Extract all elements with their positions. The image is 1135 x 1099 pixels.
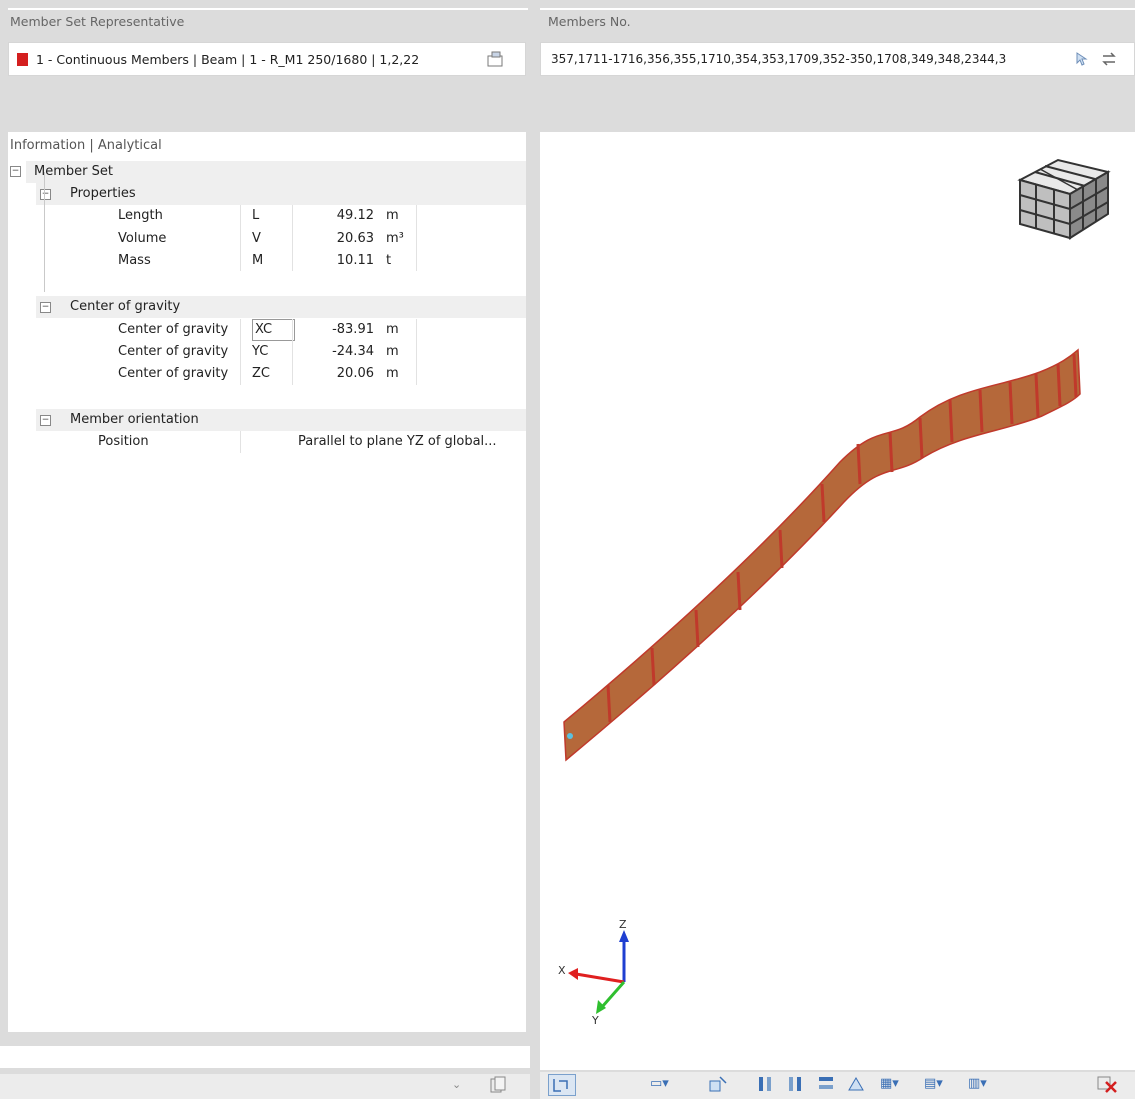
- left-bottom-toolbar: ⌄: [0, 1074, 530, 1099]
- prop-name: Position: [98, 434, 149, 449]
- divider: [540, 8, 1135, 10]
- prop-symbol-selected[interactable]: XC: [252, 319, 296, 341]
- prop-name: Mass: [118, 253, 151, 268]
- prop-value: Parallel to plane YZ of global...: [298, 434, 497, 449]
- column-separator: [240, 205, 241, 271]
- close-view-icon[interactable]: [1096, 1074, 1118, 1098]
- select-member-set-icon[interactable]: [482, 46, 510, 72]
- collapse-icon[interactable]: −: [40, 189, 51, 200]
- member-set-rep-value: 1 - Continuous Members | Beam | 1 - R_M1…: [36, 51, 420, 67]
- prop-symbol: V: [252, 231, 261, 246]
- group-label: Member orientation: [70, 412, 199, 427]
- members-no-value: 357,1711-1716,356,355,1710,354,353,1709,…: [551, 52, 1007, 66]
- information-panel: Information | Analytical − Member Set Pr…: [8, 132, 526, 1032]
- prop-symbol: L: [252, 208, 260, 223]
- render-mode-icon[interactable]: ▦▾: [880, 1076, 899, 1091]
- prop-symbol: YC: [252, 344, 269, 359]
- group-center-of-gravity[interactable]: Center of gravity: [36, 296, 526, 318]
- prop-name: Center of gravity: [118, 366, 229, 381]
- prop-value: 20.63: [336, 231, 374, 246]
- copy-icon[interactable]: [490, 1076, 506, 1098]
- members-no-label: Members No.: [548, 14, 631, 29]
- group-label: Center of gravity: [70, 299, 181, 314]
- 3d-viewport[interactable]: Z X Y: [540, 132, 1135, 1070]
- collapse-icon[interactable]: −: [40, 302, 51, 313]
- column-separator: [416, 319, 417, 385]
- column-separator: [292, 319, 293, 385]
- column-separator: [416, 205, 417, 271]
- swap-direction-icon[interactable]: [1095, 46, 1123, 72]
- prop-unit: t: [386, 253, 392, 268]
- divider: [8, 8, 528, 10]
- collapse-icon[interactable]: −: [10, 166, 21, 177]
- prop-value: -83.91: [332, 322, 374, 337]
- prop-unit: m³: [386, 231, 404, 246]
- beam-model[interactable]: [563, 348, 1081, 762]
- prop-unit: m: [386, 208, 399, 223]
- tree-root-label: Member Set: [34, 164, 113, 179]
- member-set-rep-field[interactable]: 1 - Continuous Members | Beam | 1 - R_M1…: [8, 42, 526, 76]
- pick-members-icon[interactable]: [1067, 46, 1095, 72]
- cog-row-x[interactable]: Center of gravity XC -83.91 m: [36, 319, 526, 341]
- chevron-down-icon[interactable]: ⌄: [452, 1078, 461, 1091]
- prop-row-volume[interactable]: Volume V 20.63 m³: [36, 228, 526, 250]
- prop-symbol: M: [252, 253, 264, 268]
- group-member-orientation[interactable]: Member orientation: [36, 409, 526, 431]
- prop-row-length[interactable]: Length L 49.12 m: [36, 205, 526, 227]
- view-x-icon[interactable]: [756, 1075, 776, 1097]
- view-iso-icon[interactable]: [846, 1075, 866, 1097]
- prop-name: Center of gravity: [118, 322, 229, 337]
- prop-unit: m: [386, 344, 399, 359]
- prop-symbol: ZC: [252, 366, 270, 381]
- member-set-rep-label: Member Set Representative: [10, 14, 185, 29]
- viewport-toolbar: ▭▾ ▦▾ ▤▾ ▥▾: [540, 1072, 1135, 1099]
- cog-row-z[interactable]: Center of gravity ZC 20.06 m: [36, 363, 526, 385]
- info-title: Information | Analytical: [10, 138, 162, 153]
- left-status-area: [0, 1046, 530, 1068]
- tree-root-member-set[interactable]: Member Set: [26, 161, 526, 183]
- prop-name: Volume: [118, 231, 167, 246]
- axis-label-x: X: [558, 964, 566, 977]
- axis-triad-icon: Z X Y: [558, 918, 629, 1027]
- prop-value: 20.06: [336, 366, 374, 381]
- prop-row-mass[interactable]: Mass M 10.11 t: [36, 250, 526, 272]
- view-cube-icon[interactable]: [1017, 158, 1111, 240]
- prop-value: -24.34: [332, 344, 374, 359]
- prop-unit: m: [386, 322, 399, 337]
- transparency-icon[interactable]: ▤▾: [924, 1076, 943, 1091]
- axis-label-y: Y: [591, 1014, 599, 1027]
- prop-value: 49.12: [336, 208, 374, 223]
- view-z-icon[interactable]: [816, 1075, 836, 1097]
- display-options-icon[interactable]: ▭▾: [650, 1076, 669, 1091]
- group-properties[interactable]: Properties: [36, 183, 526, 205]
- view-y-icon[interactable]: [786, 1075, 806, 1097]
- group-label: Properties: [70, 186, 136, 201]
- visibility-icon[interactable]: ▥▾: [968, 1076, 987, 1091]
- member-set-color-swatch: [17, 52, 28, 66]
- prop-unit: m: [386, 366, 399, 381]
- members-no-field[interactable]: 357,1711-1716,356,355,1710,354,353,1709,…: [540, 42, 1135, 76]
- prop-name: Center of gravity: [118, 344, 229, 359]
- orientation-row-position[interactable]: Position Parallel to plane YZ of global.…: [36, 431, 526, 453]
- prop-name: Length: [118, 208, 163, 223]
- tree-guide: [44, 172, 45, 292]
- axis-label-z: Z: [619, 918, 627, 931]
- column-separator: [292, 205, 293, 271]
- cog-row-y[interactable]: Center of gravity YC -24.34 m: [36, 341, 526, 363]
- prop-value: 10.11: [336, 253, 374, 268]
- view-mode-button[interactable]: [548, 1074, 576, 1096]
- column-separator: [240, 431, 241, 453]
- section-icon[interactable]: [708, 1075, 728, 1097]
- column-separator: [240, 319, 241, 385]
- collapse-icon[interactable]: −: [40, 415, 51, 426]
